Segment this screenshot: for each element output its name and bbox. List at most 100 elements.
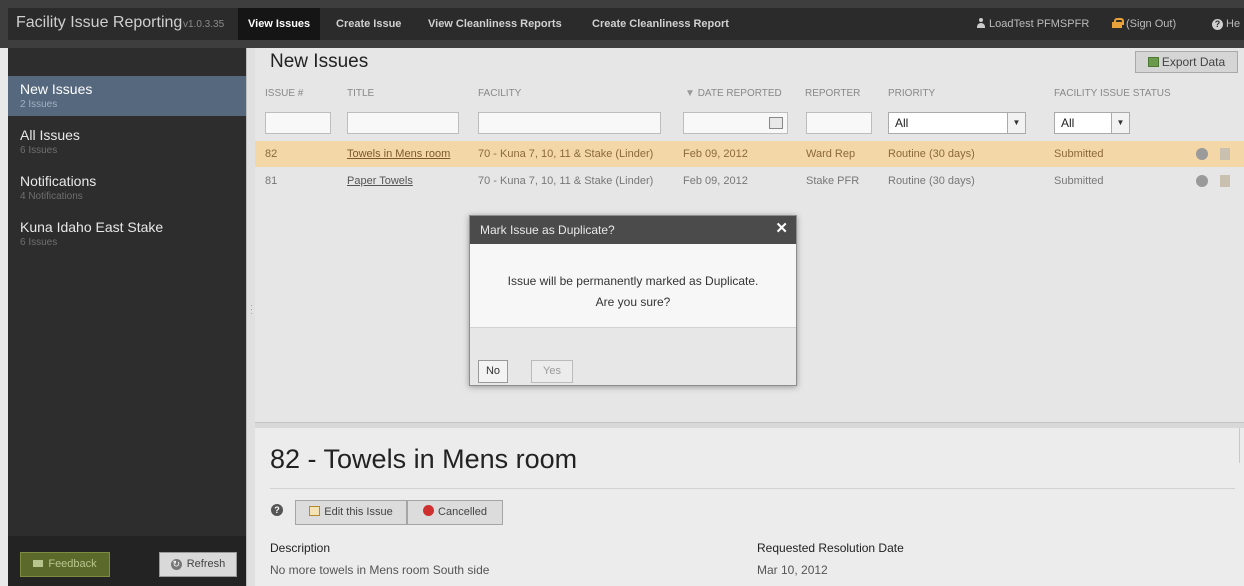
column-header-title[interactable]: TITLE (347, 88, 374, 99)
cell-status: Submitted (1054, 175, 1104, 187)
duplicate-icon[interactable] (1220, 148, 1230, 160)
refresh-icon: ↻ (170, 559, 182, 570)
refresh-label: Refresh (186, 558, 226, 570)
sidebar-item-title: Kuna Idaho East Stake (20, 219, 164, 235)
filter-priority-select[interactable]: All ▼ (888, 112, 1026, 134)
app-title: Facility Issue Reporting (16, 14, 183, 31)
sidebar-item-new-issues[interactable]: New Issues 2 Issues (8, 76, 246, 116)
scrollbar[interactable] (1239, 428, 1244, 463)
column-header-facility[interactable]: FACILITY (478, 88, 521, 99)
sidebar-item-title: All Issues (20, 127, 80, 143)
user-info: LoadTest PFMSPFR (976, 8, 1089, 40)
sidebar-splitter[interactable]: · · · (246, 48, 255, 586)
export-label: Export Data (1161, 55, 1226, 69)
description-value: No more towels in Mens room South side (270, 563, 490, 577)
cell-title-link[interactable]: Paper Towels (347, 168, 413, 194)
help-icon: ? (1212, 19, 1223, 30)
sign-out-link[interactable]: (Sign Out) (1112, 8, 1176, 40)
table-row[interactable]: 82 Towels in Mens room 70 - Kuna 7, 10, … (255, 141, 1244, 167)
cell-date: Feb 09, 2012 (683, 175, 748, 187)
duplicate-confirm-dialog: Mark Issue as Duplicate? ✕ Issue will be… (469, 215, 797, 386)
sidebar-item-all-issues[interactable]: All Issues 6 Issues (8, 122, 246, 162)
app-version: v1.0.3.35 (183, 19, 225, 30)
yes-button[interactable]: Yes (531, 360, 573, 383)
sidebar-item-title: Notifications (20, 173, 97, 189)
cancelled-button[interactable]: Cancelled (407, 500, 503, 525)
dialog-header: Mark Issue as Duplicate? ✕ (470, 216, 796, 244)
duplicate-icon[interactable] (1220, 175, 1230, 187)
cell-priority: Routine (30 days) (888, 148, 975, 160)
cell-date: Feb 09, 2012 (683, 148, 748, 160)
page-title: New Issues (270, 51, 369, 72)
cell-status: Submitted (1054, 148, 1104, 160)
tab-view-issues[interactable]: View Issues (238, 8, 321, 40)
sidebar-item-notifications[interactable]: Notifications 4 Notifications (8, 168, 246, 208)
cancel-icon (423, 505, 435, 516)
filter-facility[interactable] (478, 112, 661, 134)
dialog-question: Are you sure? (595, 295, 671, 309)
cancelled-label: Cancelled (438, 506, 487, 518)
cell-title-link[interactable]: Towels in Mens room (347, 141, 450, 167)
column-header-reporter[interactable]: REPORTER (805, 88, 860, 99)
column-header-issue-number[interactable]: ISSUE # (265, 88, 303, 99)
edit-label: Edit this Issue (324, 506, 393, 518)
column-header-label: DATE REPORTED (697, 88, 782, 99)
chevron-down-icon: ▼ (1111, 113, 1129, 133)
refresh-button[interactable]: ↻ Refresh (159, 552, 237, 577)
help-label: He (1226, 18, 1241, 30)
resolution-date-label: Requested Resolution Date (757, 541, 904, 555)
column-header-status[interactable]: FACILITY ISSUE STATUS (1054, 88, 1171, 99)
filter-title[interactable] (347, 112, 459, 134)
chevron-down-icon: ▼ (1007, 113, 1025, 133)
divider (270, 488, 1235, 489)
edit-icon (309, 506, 321, 516)
top-bar: Facility Issue Reporting v1.0.3.35 View … (0, 0, 1244, 48)
column-header-date-reported[interactable]: ▼ DATE REPORTED (685, 88, 782, 99)
sidebar-item-count: 6 Issues (20, 237, 58, 248)
sidebar: New Issues 2 Issues All Issues 6 Issues … (8, 48, 246, 586)
sidebar-footer: Feedback ↻ Refresh (8, 536, 246, 586)
table-row[interactable]: 81 Paper Towels 70 - Kuna 7, 10, 11 & St… (255, 168, 1244, 194)
check-icon[interactable] (1196, 148, 1208, 160)
sign-out-label: (Sign Out) (1126, 18, 1177, 30)
sidebar-item-title: New Issues (20, 81, 93, 97)
detail-title: 82 - Towels in Mens room (270, 444, 578, 474)
user-icon (976, 18, 986, 28)
sidebar-item-kuna-idaho-east-stake[interactable]: Kuna Idaho East Stake 6 Issues (8, 214, 246, 254)
tab-view-cleanliness-reports[interactable]: View Cleanliness Reports (418, 8, 572, 40)
filter-date-reported[interactable] (683, 112, 788, 134)
help-link[interactable]: ? He (1212, 8, 1240, 40)
dialog-message: Issue will be permanently marked as Dupl… (507, 274, 759, 288)
export-icon (1147, 57, 1159, 67)
sidebar-item-count: 4 Notifications (20, 191, 83, 202)
feedback-button[interactable]: Feedback (20, 552, 110, 577)
filter-reporter[interactable] (806, 112, 872, 134)
tab-create-issue[interactable]: Create Issue (326, 8, 411, 40)
calendar-icon[interactable] (769, 117, 783, 129)
cell-reporter: Stake PFR (806, 175, 860, 187)
cell-reporter: Ward Rep (806, 148, 856, 160)
tab-create-cleanliness-report[interactable]: Create Cleanliness Report (582, 8, 739, 40)
cell-facility: 70 - Kuna 7, 10, 11 & Stake (Linder) (478, 148, 654, 160)
description-label: Description (270, 541, 331, 555)
export-data-button[interactable]: Export Data (1135, 51, 1238, 73)
cell-priority: Routine (30 days) (888, 175, 975, 187)
filter-issue-number[interactable] (265, 112, 331, 134)
close-icon[interactable]: ✕ (775, 216, 788, 242)
top-nav: Facility Issue Reporting v1.0.3.35 View … (8, 8, 1244, 40)
filter-status-select[interactable]: All ▼ (1054, 112, 1130, 134)
user-name: LoadTest PFMSPFR (989, 18, 1090, 30)
cell-issue-number: 81 (265, 175, 278, 187)
dialog-title: Mark Issue as Duplicate? (480, 223, 615, 237)
cell-issue-number: 82 (265, 148, 278, 160)
column-header-priority[interactable]: PRIORITY (888, 88, 935, 99)
sidebar-item-count: 6 Issues (20, 145, 58, 156)
check-icon[interactable] (1196, 175, 1208, 187)
no-button[interactable]: No (478, 360, 508, 383)
feedback-label: Feedback (48, 558, 97, 570)
edit-issue-button[interactable]: Edit this Issue (295, 500, 407, 525)
cell-facility: 70 - Kuna 7, 10, 11 & Stake (Linder) (478, 175, 654, 187)
filter-status-value: All (1061, 116, 1075, 130)
help-icon[interactable]: ? (271, 504, 283, 516)
issue-detail-panel: 82 - Towels in Mens room ? Edit this Iss… (255, 428, 1244, 586)
